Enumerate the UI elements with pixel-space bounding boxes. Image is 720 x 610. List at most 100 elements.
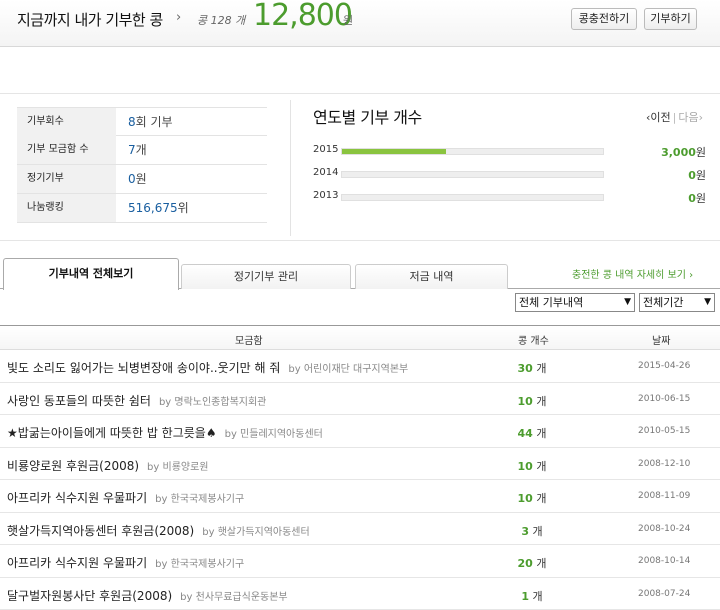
column-header-count: 콩 개수 bbox=[518, 332, 549, 347]
bean-count: 30 개 bbox=[512, 360, 552, 376]
donation-date: 2008-10-24 bbox=[638, 524, 690, 534]
fund-title[interactable]: 아프리카 식수지원 우물파기by 한국국제봉사기구 bbox=[7, 554, 244, 571]
fund-title[interactable]: 아프리카 식수지원 우물파기 by 한국국제봉사기구 bbox=[7, 489, 244, 506]
donate-button[interactable]: 기부하기 bbox=[644, 8, 697, 30]
fund-title-text[interactable]: 아프리카 식수지원 우물파기 bbox=[7, 556, 147, 570]
fund-title-text[interactable]: 사랑인 동포들의 따뜻한 쉼터 bbox=[7, 394, 151, 408]
bean-count: 10 개 bbox=[512, 490, 552, 506]
year-amount: 3,000원 bbox=[661, 144, 706, 160]
chevron-right-icon: › bbox=[176, 10, 181, 25]
stat-value: 8회 기부 bbox=[128, 108, 173, 136]
bean-count-value: 10 bbox=[518, 460, 533, 473]
next-year-link[interactable]: 다음› bbox=[678, 111, 703, 124]
bean-count: 10 개 bbox=[512, 393, 552, 409]
prev-year-link[interactable]: ‹이전 bbox=[646, 111, 671, 124]
year-progress-fill bbox=[342, 149, 446, 154]
bean-count-value: 1 bbox=[521, 590, 529, 603]
table-row[interactable]: 아프리카 식수지원 우물파기by 한국국제봉사기구20 개2008-10-14 bbox=[0, 545, 720, 578]
stat-suffix: 회 기부 bbox=[136, 115, 173, 129]
donation-type-select[interactable]: 전체 기부내역 ▼ bbox=[515, 293, 635, 312]
donation-date: 2010-06-15 bbox=[638, 394, 690, 404]
fund-title-text[interactable]: 빛도 소리도 잃어가는 뇌병변장애 송이야..웃기만 해 줘 bbox=[7, 361, 280, 375]
stat-label: 정기기부 bbox=[17, 165, 116, 193]
donation-date: 2008-12-10 bbox=[638, 459, 690, 469]
stat-number: 0 bbox=[128, 172, 136, 186]
year-amount: 0원 bbox=[688, 167, 706, 183]
donation-history-table: 모금함 콩 개수 날짜 빛도 소리도 잃어가는 뇌병변장애 송이야..웃기만 해… bbox=[0, 325, 720, 610]
dropdown-arrow-icon: ▼ bbox=[704, 294, 711, 311]
column-header-date: 날짜 bbox=[652, 332, 670, 347]
stat-suffix: 원 bbox=[136, 172, 147, 186]
table-row[interactable]: 사랑인 동포들의 따뜻한 쉼터by 명락노인종합복지회관 10 개 2010-06-… bbox=[0, 383, 720, 416]
year-pager: ‹이전|다음› bbox=[646, 109, 703, 125]
table-row[interactable]: 아프리카 식수지원 우물파기by 한국국제봉사기구10 개2008-11-09 bbox=[0, 480, 720, 513]
stats-panel: 기부회수 8회 기부 기부 모금함 수 7개 정기기부 0원 나눔랭킹 516,… bbox=[0, 93, 720, 241]
amount-unit: 원 bbox=[343, 12, 353, 28]
donation-stats-table: 기부회수 8회 기부 기부 모금함 수 7개 정기기부 0원 나눔랭킹 516,… bbox=[17, 107, 267, 223]
stat-number: 516,675 bbox=[128, 201, 178, 215]
charged-beans-detail-link[interactable]: 충전한 콩 내역 자세히 보기 › bbox=[572, 266, 693, 281]
fund-title[interactable]: 빛도 소리도 잃어가는 뇌병변장애 송이야..웃기만 해 줘by 어린이재단 대… bbox=[7, 359, 408, 376]
charge-beans-button[interactable]: 콩충전하기 bbox=[571, 8, 637, 30]
fund-organizer: by 한국국제봉사기구 bbox=[155, 494, 244, 505]
period-select[interactable]: 전체기간 ▼ bbox=[639, 293, 715, 312]
fund-title[interactable]: 사랑인 동포들의 따뜻한 쉼터by 명락노인종합복지회관 bbox=[7, 392, 266, 409]
fund-title[interactable]: 비룡양로원 후원금(2008)by 비룡양로원 bbox=[7, 457, 209, 474]
table-row[interactable]: 햇살가득지역아동센터 후원금(2008)by 햇살가득지역아동센터3 개2008… bbox=[0, 513, 720, 546]
fund-title-text[interactable]: 햇살가득지역아동센터 후원금(2008) bbox=[7, 524, 194, 538]
bean-count-value: 10 bbox=[518, 395, 533, 408]
year-row: 2013 0원 bbox=[313, 190, 708, 204]
year-row: 2015 3,000원 bbox=[313, 144, 708, 158]
dropdown-arrow-icon: ▼ bbox=[624, 294, 631, 311]
fund-title-text[interactable]: 달구벌자원봉사단 후원금(2008) bbox=[7, 589, 172, 603]
year-unit: 원 bbox=[696, 146, 706, 159]
stat-value: 7개 bbox=[128, 136, 147, 164]
year-amount: 0원 bbox=[688, 190, 706, 206]
total-amount: 12,800 bbox=[253, 0, 352, 33]
stat-suffix: 위 bbox=[178, 201, 189, 215]
bean-count-value: 3 bbox=[521, 525, 529, 538]
panel-divider bbox=[290, 100, 291, 236]
table-row[interactable]: 달구벌자원봉사단 후원금(2008)by 천사무료급식운동본부1 개2008-0… bbox=[0, 578, 720, 610]
fund-organizer: by 민들레지역아동센터 bbox=[225, 429, 323, 440]
table-row[interactable]: 빛도 소리도 잃어가는 뇌병변장애 송이야..웃기만 해 줘by 어린이재단 대… bbox=[0, 350, 720, 383]
column-header-fund: 모금함 bbox=[235, 332, 263, 347]
fund-organizer: by 햇살가득지역아동센터 bbox=[202, 527, 309, 538]
stat-number: 7 bbox=[128, 143, 136, 157]
tab-all-donations[interactable]: 기부내역 전체보기 bbox=[3, 258, 179, 290]
stat-label: 기부회수 bbox=[17, 108, 116, 136]
tab-regular-donation[interactable]: 정기기부 관리 bbox=[181, 264, 351, 289]
bean-count: 10 개 bbox=[512, 458, 552, 474]
stat-suffix: 개 bbox=[136, 143, 147, 157]
stat-label: 나눔랭킹 bbox=[17, 194, 116, 222]
year-progress-bar bbox=[341, 148, 604, 155]
stat-row: 나눔랭킹 516,675위 bbox=[17, 194, 267, 223]
year-progress-bar bbox=[341, 194, 604, 201]
table-row[interactable]: 비룡양로원 후원금(2008)by 비룡양로원 10 개 2008-12-10 bbox=[0, 448, 720, 481]
year-progress-bar bbox=[341, 171, 604, 178]
fund-organizer: by 천사무료급식운동본부 bbox=[180, 592, 287, 603]
table-row[interactable]: ★밥굶는아이들에게 따뜻한 밥 한그릇을♠by 민들레지역아동센터44 개201… bbox=[0, 415, 720, 448]
bean-count-unit: 개 bbox=[536, 362, 546, 375]
fund-title[interactable]: 햇살가득지역아동센터 후원금(2008) by 햇살가득지역아동센터 bbox=[7, 522, 310, 539]
fund-title[interactable]: 달구벌자원봉사단 후원금(2008) by 천사무료급식운동본부 bbox=[7, 587, 288, 604]
tab-savings[interactable]: 저금 내역 bbox=[355, 264, 508, 289]
bean-count-value: 20 bbox=[518, 557, 533, 570]
stat-row: 기부회수 8회 기부 bbox=[17, 107, 267, 136]
stat-label: 기부 모금함 수 bbox=[17, 136, 116, 164]
year-label: 2015 bbox=[313, 144, 338, 155]
fund-title-text[interactable]: ★밥굶는아이들에게 따뜻한 밥 한그릇을♠ bbox=[7, 426, 217, 440]
bean-count-unit: 개 bbox=[536, 492, 546, 505]
fund-title-text[interactable]: 비룡양로원 후원금(2008) bbox=[7, 459, 139, 473]
bean-count-value: 44 bbox=[518, 427, 533, 440]
page-title: 지금까지 내가 기부한 콩 bbox=[17, 9, 163, 30]
fund-title[interactable]: ★밥굶는아이들에게 따뜻한 밥 한그릇을♠ by 민들레지역아동센터 bbox=[7, 424, 323, 441]
donation-date: 2015-04-26 bbox=[638, 361, 690, 371]
fund-title-text[interactable]: 아프리카 식수지원 우물파기 bbox=[7, 491, 147, 505]
bean-count-label: 콩 128 개 bbox=[197, 12, 245, 28]
year-row: 2014 0원 bbox=[313, 167, 708, 181]
bean-count-unit: 개 bbox=[536, 427, 546, 440]
bean-count-unit: 개 bbox=[536, 557, 546, 570]
year-label: 2013 bbox=[313, 190, 338, 201]
bean-count: 20 개 bbox=[512, 555, 552, 571]
